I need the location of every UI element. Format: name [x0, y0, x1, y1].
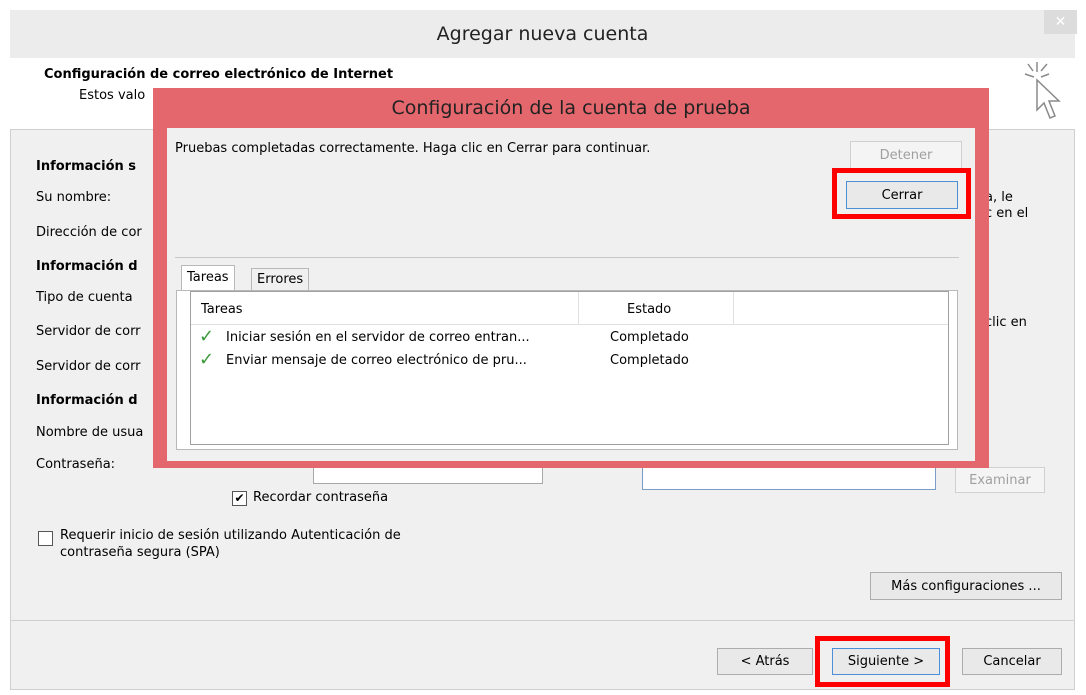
header-subtitle: Estos valo — [79, 88, 146, 103]
window-title: Agregar nueva cuenta — [436, 23, 649, 45]
success-check-icon: ✓ — [199, 326, 215, 347]
spa-label-line1: Requerir inicio de sesión utilizando Aut… — [60, 528, 401, 543]
right-text-3: clic en — [985, 315, 1027, 330]
user-info-heading: Información s — [36, 159, 137, 174]
dialog-divider — [175, 257, 959, 258]
email-address-label: Dirección de cor — [36, 225, 142, 240]
spa-label-line2: contraseña segura (SPA) — [60, 545, 220, 560]
right-text-2: c en el — [985, 206, 1029, 221]
next-button-highlight — [815, 636, 950, 687]
browse-button[interactable]: Examinar — [955, 467, 1045, 493]
stop-button[interactable]: Detener — [850, 141, 962, 169]
column-separator — [733, 292, 734, 324]
task-row-1-status: Completado — [610, 330, 689, 345]
dialog-message: Pruebas completadas correctamente. Haga … — [175, 141, 651, 156]
right-text-1: a, le — [985, 190, 1013, 205]
password-label: Contraseña: — [36, 457, 116, 472]
close-button-highlight — [832, 168, 971, 219]
success-check-icon: ✓ — [199, 349, 215, 370]
remember-password-checkbox[interactable]: ✔ — [232, 491, 247, 506]
header-title: Configuración de correo electrónico de I… — [44, 67, 394, 82]
more-settings-button[interactable]: Más configuraciones ... — [870, 572, 1062, 600]
logon-info-heading: Información d — [36, 393, 138, 408]
task-row-2-task: Enviar mensaje de correo electrónico de … — [226, 353, 527, 368]
column-header-status[interactable]: Estado — [627, 302, 671, 317]
checkmark-icon: ✔ — [234, 491, 245, 505]
tab-tareas[interactable]: Tareas — [181, 265, 235, 291]
tab-errores[interactable]: Errores — [251, 268, 310, 291]
username-label: Nombre de usua — [36, 425, 144, 440]
incoming-server-label: Servidor de corr — [36, 324, 141, 339]
cancel-button[interactable]: Cancelar — [962, 648, 1062, 675]
column-separator — [578, 292, 579, 324]
your-name-label: Su nombre: — [36, 190, 112, 205]
cursor-click-icon — [1020, 60, 1070, 126]
dialog-title: Configuración de la cuenta de prueba — [391, 97, 751, 119]
footer-divider — [10, 620, 1075, 621]
column-header-task[interactable]: Tareas — [201, 302, 243, 317]
remember-password-label: Recordar contraseña — [253, 490, 389, 505]
server-info-heading: Información d — [36, 259, 138, 274]
spa-checkbox[interactable] — [38, 531, 53, 546]
task-row-1-task: Iniciar sesión en el servidor de correo … — [226, 330, 530, 345]
back-button[interactable]: < Atrás — [717, 648, 813, 675]
account-type-label: Tipo de cuenta — [36, 290, 133, 305]
close-window-button[interactable]: ✕ — [1044, 10, 1077, 34]
task-row-2-status: Completado — [610, 353, 689, 368]
task-list-header — [191, 292, 948, 325]
outgoing-server-label: Servidor de corr — [36, 359, 141, 374]
